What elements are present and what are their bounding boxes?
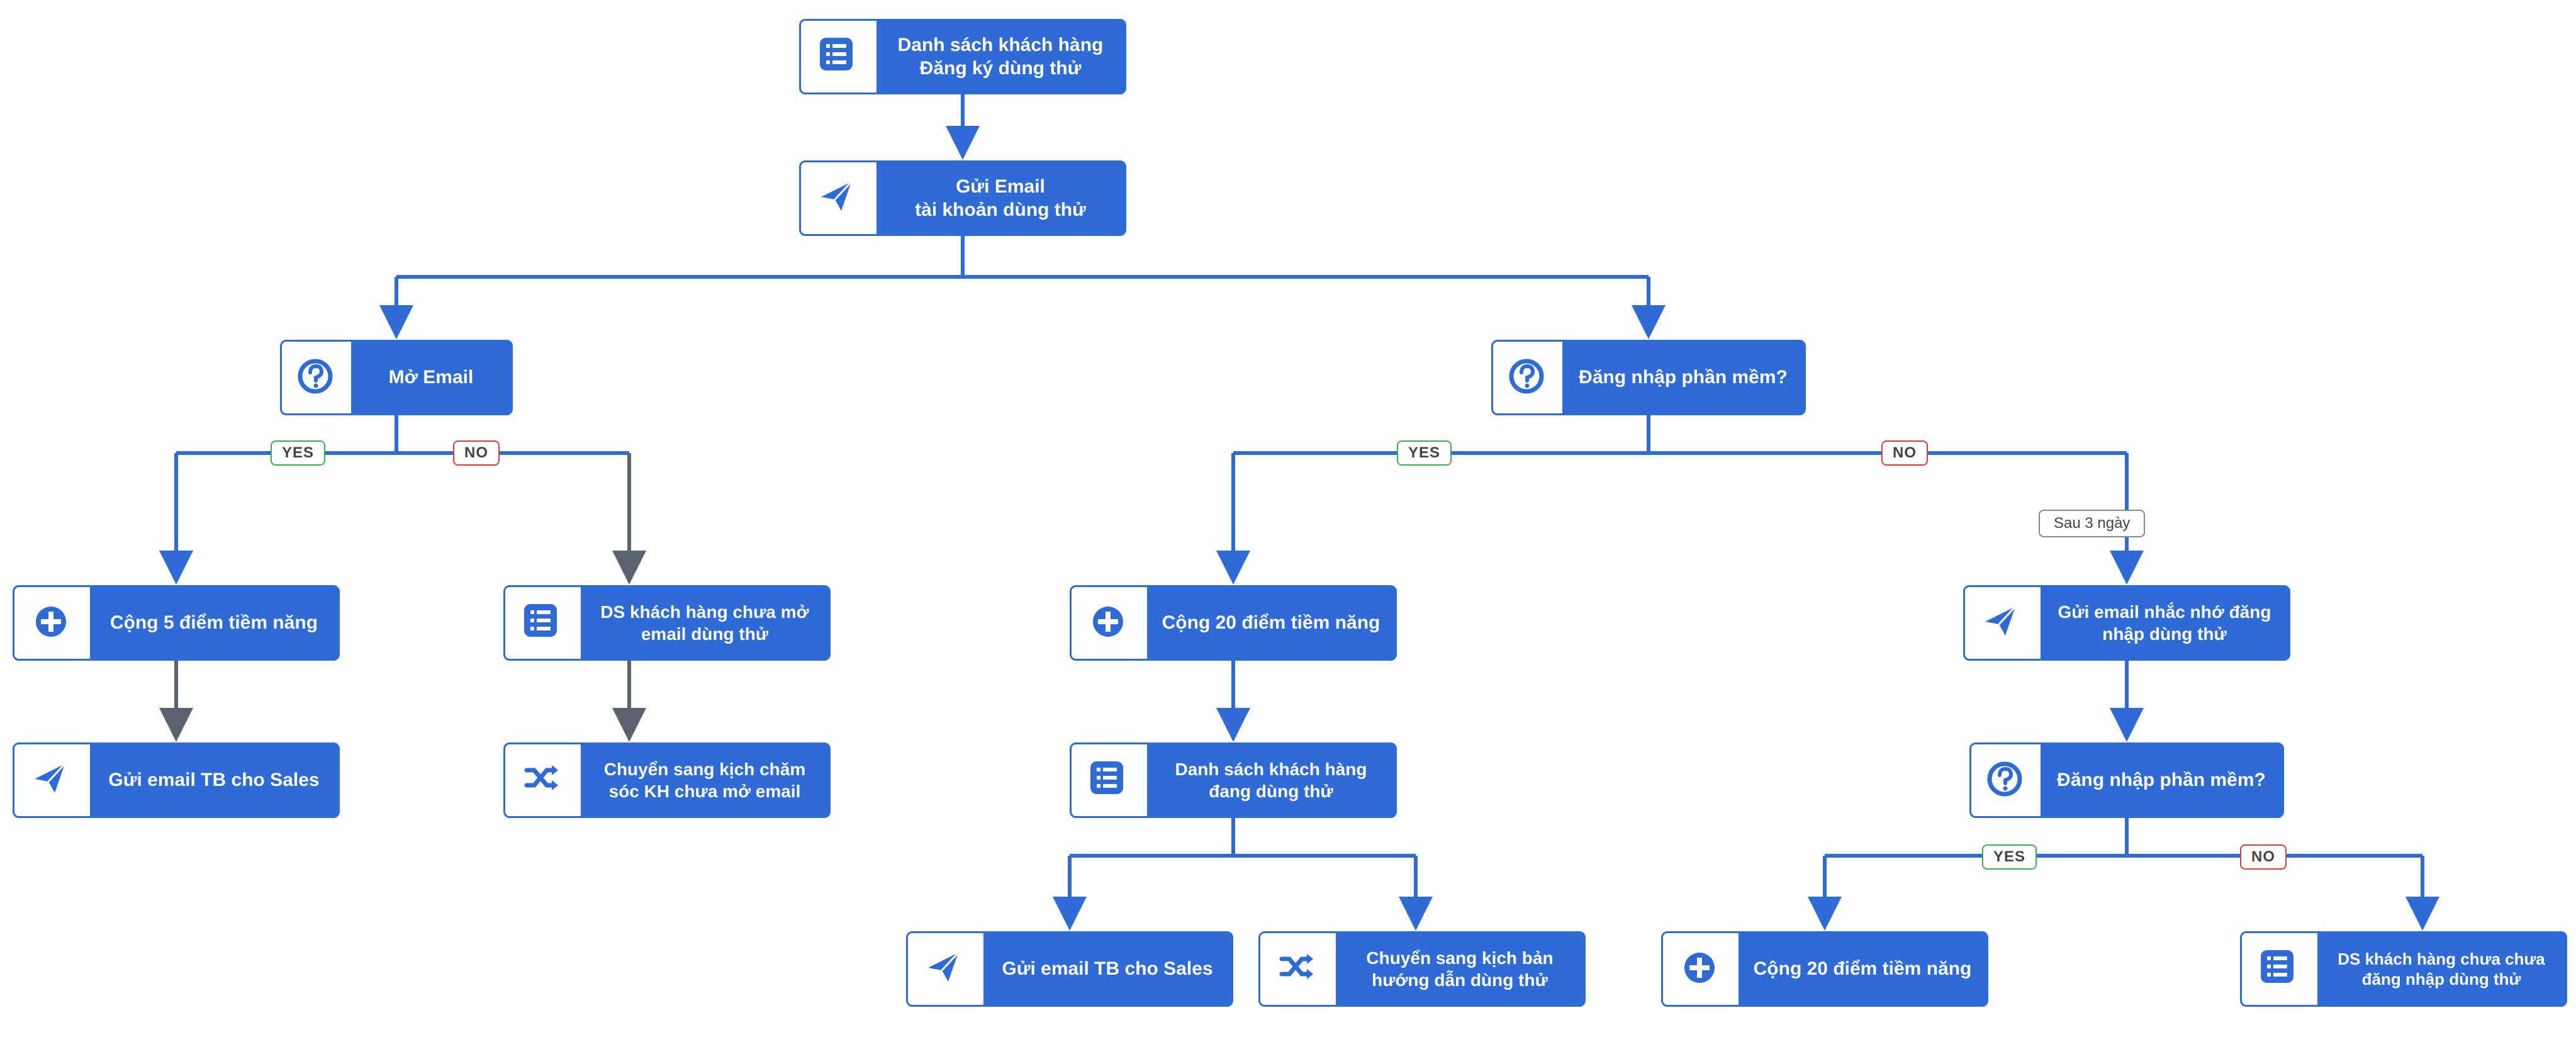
node-open-email-decision: Mở Email [280, 340, 513, 415]
send-icon [908, 933, 983, 1005]
node-send-trial-email: Gửi Email tài khoản dùng thử [799, 160, 1126, 236]
question-icon [282, 342, 351, 413]
badge-no: NO [453, 440, 500, 466]
node-label: Gửi email TB cho Sales [90, 744, 338, 816]
list-icon [505, 587, 581, 659]
node-label: DS khách hàng chưa chưa đăng nhập dùng t… [2317, 933, 2565, 1005]
node-label: Đăng nhập phần mềm? [1562, 342, 1804, 413]
badge-yes: YES [1397, 440, 1452, 466]
badge-no: NO [2240, 844, 2287, 870]
send-icon [1965, 587, 2041, 659]
badge-after-3-days: Sau 3 ngày [2039, 510, 2145, 537]
send-icon [14, 744, 90, 816]
question-icon [1493, 342, 1562, 413]
node-add-5-points: Cộng 5 điểm tiềm năng [13, 585, 340, 661]
list-icon [1072, 744, 1147, 816]
list-icon [801, 21, 876, 92]
node-label: Danh sách khách hàng Đăng ký dùng thử [876, 21, 1124, 92]
plus-icon [14, 587, 90, 659]
node-label: Cộng 20 điểm tiềm năng [1147, 587, 1395, 659]
node-not-opened-list: DS khách hàng chưa mở email dùng thử [503, 585, 831, 661]
list-icon [2242, 933, 2317, 1005]
node-label: DS khách hàng chưa mở email dùng thử [581, 587, 829, 659]
badge-yes: YES [1982, 844, 2037, 870]
flowchart-canvas: Danh sách khách hàng Đăng ký dùng thử Gử… [0, 0, 2576, 1042]
node-switch-nurture-notopened: Chuyển sang kịch chăm sóc KH chưa mở ema… [503, 742, 831, 818]
node-label: Đăng nhập phần mềm? [2041, 744, 2282, 816]
node-label: Gửi email TB cho Sales [983, 933, 1231, 1005]
node-label: Cộng 5 điểm tiềm năng [90, 587, 338, 659]
node-label: Danh sách khách hàng đang dùng thử [1147, 744, 1395, 816]
send-icon [801, 162, 876, 234]
shuffle-icon [505, 744, 581, 816]
node-label: Chuyển sang kịch chăm sóc KH chưa mở ema… [581, 744, 829, 816]
node-login-decision-1: Đăng nhập phần mềm? [1491, 340, 1806, 415]
node-label: Chuyển sang kịch bản hướng dẫn dùng thử [1336, 933, 1584, 1005]
node-reminder-email: Gửi email nhắc nhớ đăng nhập dùng thử [1963, 585, 2290, 661]
node-login-decision-2: Đăng nhập phần mềm? [1969, 742, 2284, 818]
connectors [0, 0, 2576, 1042]
node-switch-trial-guide: Chuyển sang kịch bản hướng dẫn dùng thử [1258, 931, 1586, 1007]
shuffle-icon [1260, 933, 1336, 1005]
node-label: Mở Email [351, 342, 511, 413]
question-icon [1971, 744, 2041, 816]
plus-icon [1663, 933, 1739, 1005]
badge-yes: YES [271, 440, 325, 466]
badge-no: NO [1881, 440, 1928, 466]
node-add-20-points-2: Cộng 20 điểm tiềm năng [1661, 931, 1988, 1007]
plus-icon [1072, 587, 1147, 659]
node-label: Gửi Email tài khoản dùng thử [876, 162, 1124, 234]
node-trial-users-list: Danh sách khách hàng đang dùng thử [1070, 742, 1397, 818]
node-add-20-points-1: Cộng 20 điểm tiềm năng [1070, 585, 1397, 661]
node-label: Gửi email nhắc nhớ đăng nhập dùng thử [2041, 587, 2288, 659]
node-customer-trial-list: Danh sách khách hàng Đăng ký dùng thử [799, 19, 1126, 94]
node-notify-sales-2: Gửi email TB cho Sales [906, 931, 1233, 1007]
node-label: Cộng 20 điểm tiềm năng [1739, 933, 1986, 1005]
node-notify-sales-1: Gửi email TB cho Sales [13, 742, 340, 818]
node-not-logged-in-list: DS khách hàng chưa chưa đăng nhập dùng t… [2240, 931, 2567, 1007]
